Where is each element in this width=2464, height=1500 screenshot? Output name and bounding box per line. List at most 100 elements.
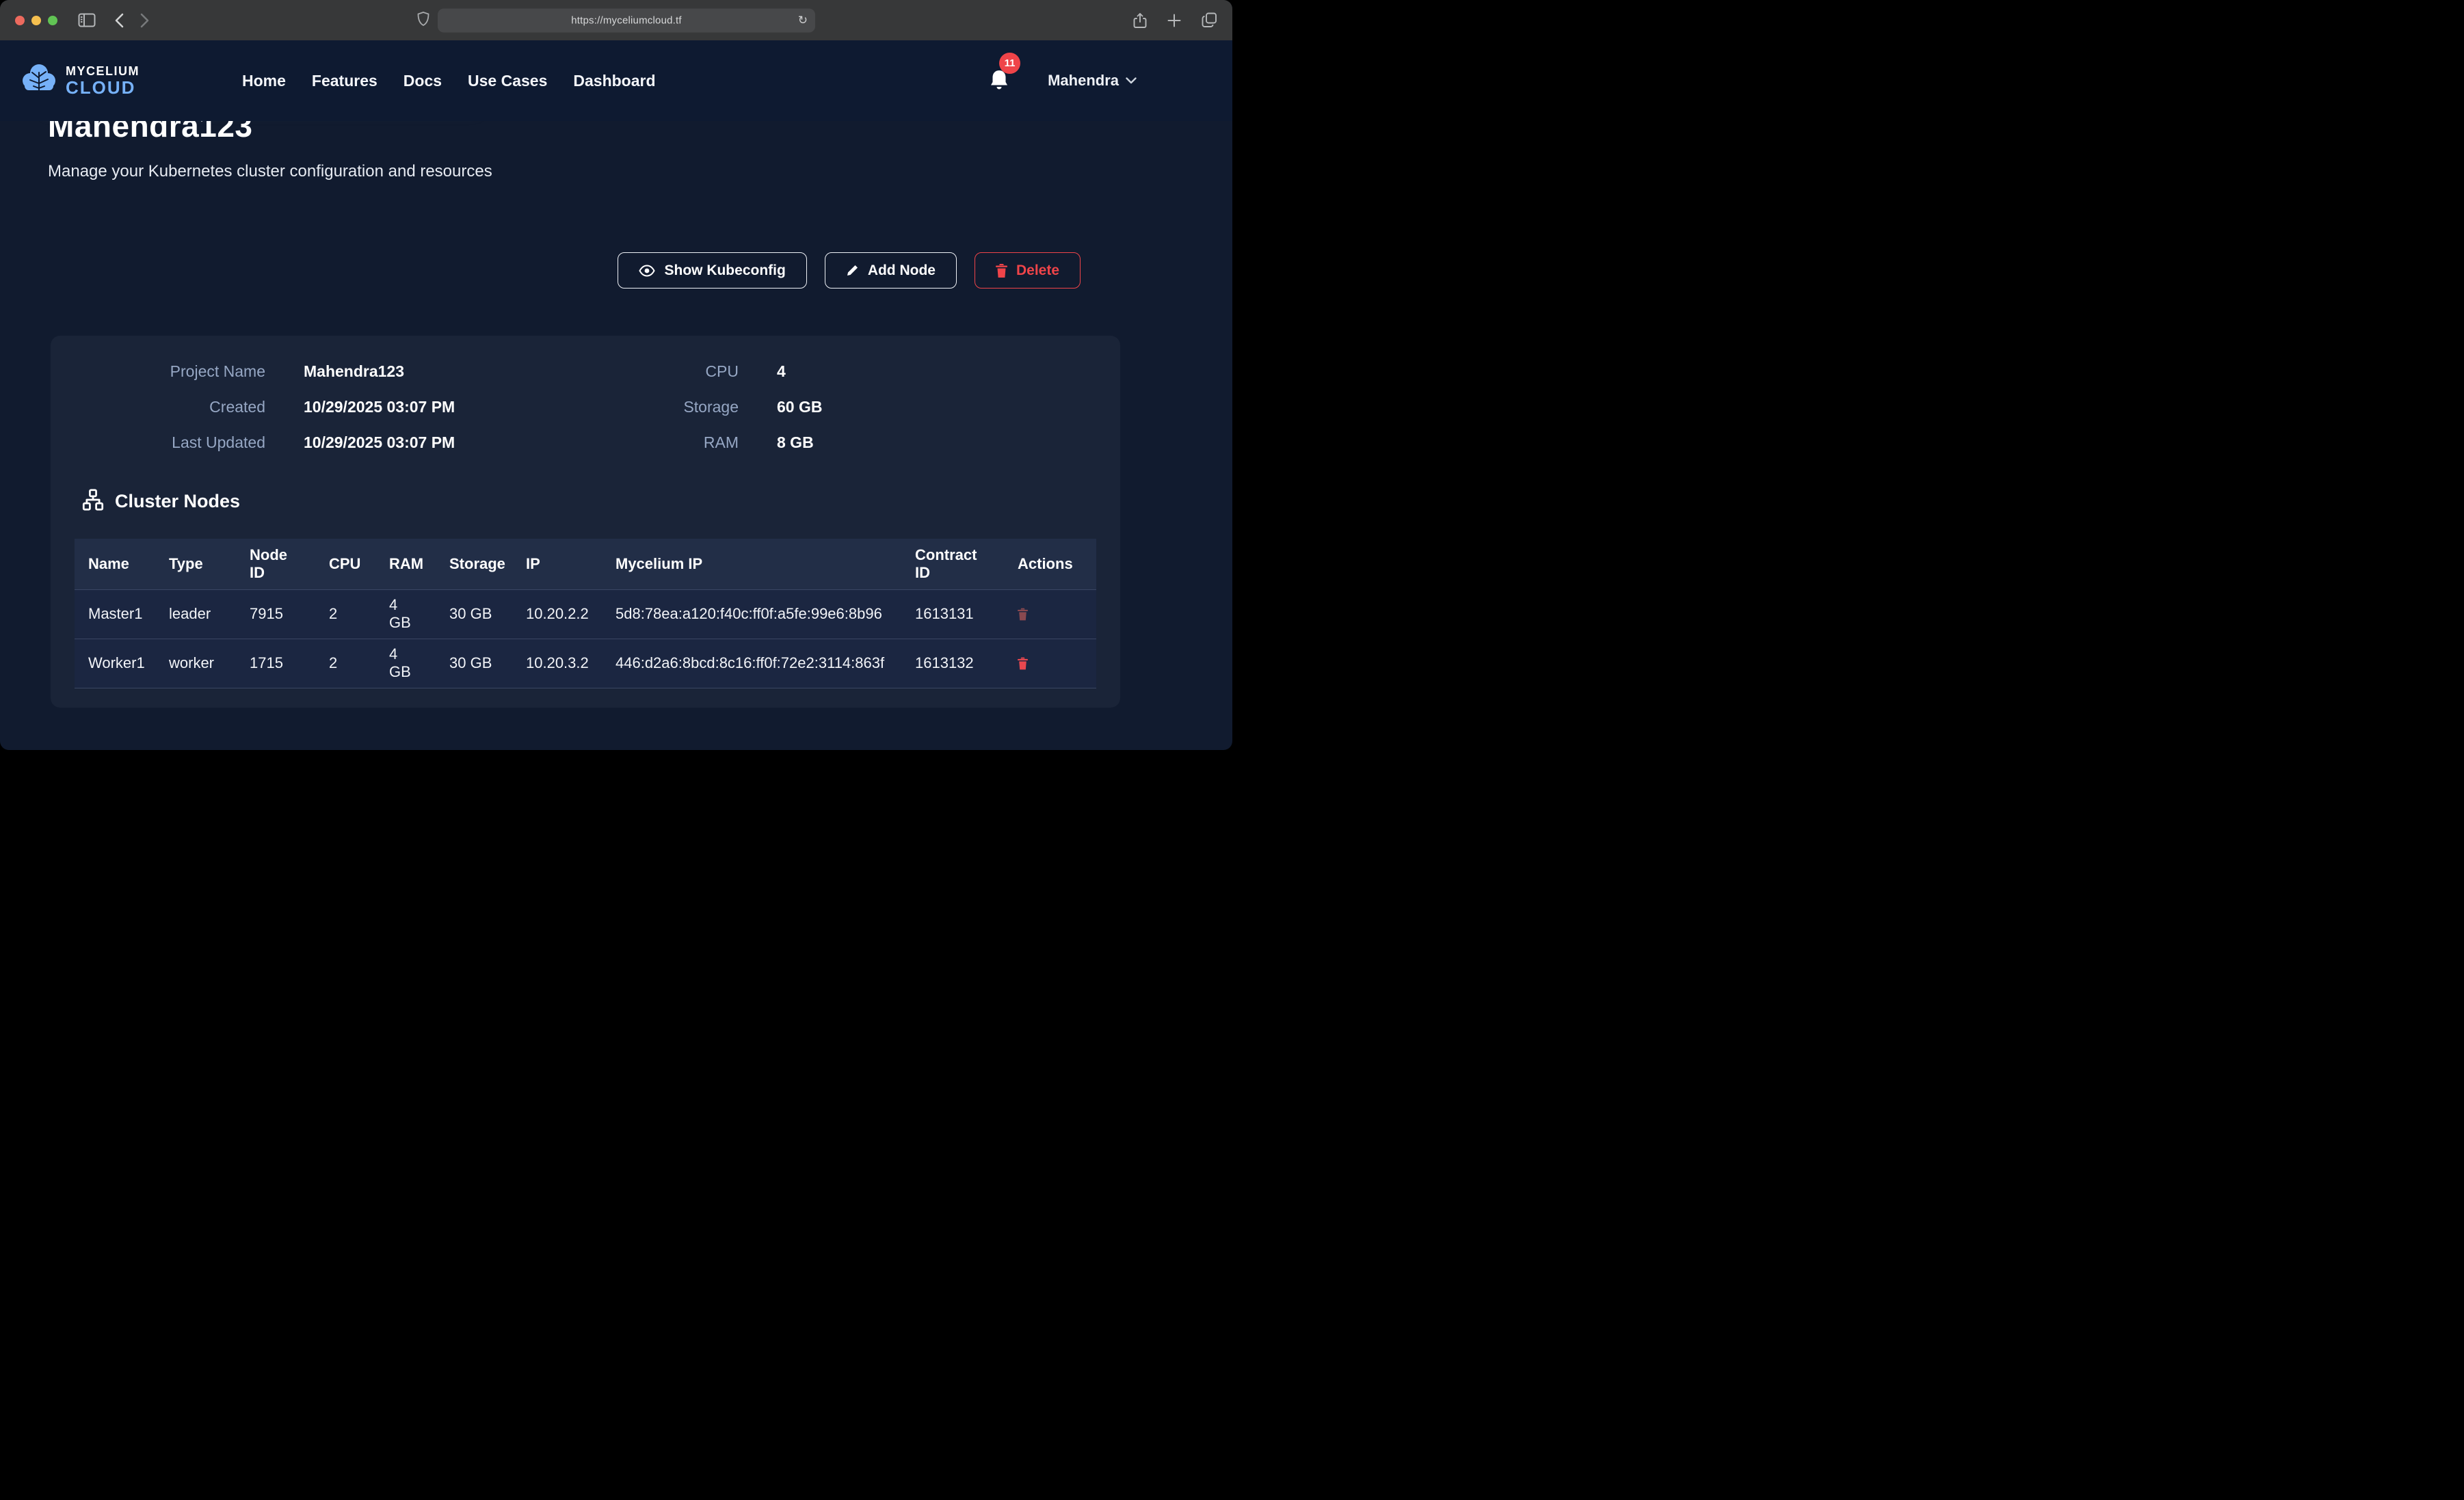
cell-mycelium-ip: 5d8:78ea:a120:f40c:ff0f:a5fe:99e6:8b96: [605, 589, 904, 639]
page-content: Mahendra123 Manage your Kubernetes clust…: [0, 107, 1232, 736]
forward-button[interactable]: [140, 13, 149, 28]
mycelium-cloud-logo-icon: [21, 63, 57, 99]
brand-line2: CLOUD: [66, 79, 140, 96]
trash-icon: [1018, 657, 1028, 670]
cell-storage: 30 GB: [438, 639, 515, 688]
close-button[interactable]: [15, 16, 25, 25]
cluster-details-card: Project Name Mahendra123 CPU 4 Created 1…: [51, 336, 1120, 708]
privacy-shield-icon: [417, 11, 429, 29]
notifications-button[interactable]: 11: [989, 69, 1009, 93]
eye-icon: [639, 265, 655, 277]
refresh-icon[interactable]: ↻: [797, 13, 809, 27]
cell-ram: 4 GB: [378, 589, 438, 639]
notification-badge: 11: [999, 53, 1020, 74]
delete-node-button[interactable]: [1018, 657, 1028, 670]
add-node-button[interactable]: Add Node: [825, 252, 957, 289]
user-name: Mahendra: [1048, 72, 1119, 90]
last-updated-label: Last Updated: [94, 433, 265, 452]
chevron-down-icon: [1126, 76, 1137, 86]
col-storage: Storage: [438, 539, 515, 589]
cell-ip: 10.20.3.2: [515, 639, 605, 688]
cell-contract-id: 1613131: [904, 589, 1007, 639]
col-contract-id: Contract ID: [904, 539, 1007, 589]
cell-ram: 4 GB: [378, 639, 438, 688]
created-value: 10/29/2025 03:07 PM: [304, 397, 598, 416]
cluster-actions-toolbar: Show Kubeconfig Add Node: [0, 252, 1081, 289]
col-type: Type: [158, 539, 239, 589]
show-kubeconfig-label: Show Kubeconfig: [664, 263, 785, 279]
chrome-right-buttons: [1133, 12, 1217, 29]
storage-label: Storage: [636, 397, 739, 416]
nodes-table-wrap: Name Type Node ID CPU RAM Storage IP Myc…: [75, 539, 1096, 688]
trash-icon: [1018, 608, 1028, 621]
brand-text: MYCELIUM CLOUD: [66, 65, 140, 96]
delete-cluster-button[interactable]: Delete: [975, 252, 1081, 289]
new-tab-icon[interactable]: [1167, 14, 1181, 27]
table-row: Master1 leader 7915 2 4 GB 30 GB 10.20.2…: [75, 589, 1096, 639]
cell-type: worker: [158, 639, 239, 688]
user-menu[interactable]: Mahendra: [1048, 72, 1137, 90]
delete-label: Delete: [1016, 263, 1059, 279]
cell-name: Worker1: [75, 639, 158, 688]
nav-link-dashboard[interactable]: Dashboard: [573, 72, 655, 90]
col-ram: RAM: [378, 539, 438, 589]
nav-right: 11 Mahendra: [989, 69, 1137, 93]
nodes-table: Name Type Node ID CPU RAM Storage IP Myc…: [75, 539, 1096, 688]
nav-link-docs[interactable]: Docs: [403, 72, 442, 90]
cell-node-id: 1715: [239, 639, 318, 688]
table-row: Worker1 worker 1715 2 4 GB 30 GB 10.20.3…: [75, 639, 1096, 688]
pencil-icon: [846, 264, 859, 277]
tab-overview-icon[interactable]: [1202, 12, 1217, 28]
address-bar[interactable]: https://myceliumcloud.tf ↻: [438, 8, 815, 32]
address-bar-area: https://myceliumcloud.tf ↻: [417, 8, 815, 32]
col-node-id: Node ID: [239, 539, 318, 589]
browser-window: https://myceliumcloud.tf ↻: [0, 0, 1232, 750]
zoom-button[interactable]: [48, 16, 57, 25]
cell-mycelium-ip: 446:d2a6:8bcd:8c16:ff0f:72e2:3114:863f: [605, 639, 904, 688]
delete-node-button[interactable]: [1018, 608, 1028, 621]
cell-cpu: 2: [318, 589, 378, 639]
browser-chrome: https://myceliumcloud.tf ↻: [0, 0, 1232, 40]
nodes-table-header-row: Name Type Node ID CPU RAM Storage IP Myc…: [75, 539, 1096, 589]
bell-icon: [989, 83, 1009, 93]
cluster-nodes-header: Cluster Nodes: [82, 489, 1120, 514]
traffic-lights: [15, 16, 57, 25]
cell-ip: 10.20.2.2: [515, 589, 605, 639]
cell-node-id: 7915: [239, 589, 318, 639]
col-ip: IP: [515, 539, 605, 589]
nav-link-use-cases[interactable]: Use Cases: [468, 72, 547, 90]
nav-link-features[interactable]: Features: [312, 72, 377, 90]
brand-line1: MYCELIUM: [66, 65, 140, 77]
cpu-label: CPU: [636, 362, 739, 381]
sitemap-icon: [82, 489, 104, 514]
storage-value: 60 GB: [777, 397, 1076, 416]
col-mycelium-ip: Mycelium IP: [605, 539, 904, 589]
cell-type: leader: [158, 589, 239, 639]
cell-storage: 30 GB: [438, 589, 515, 639]
project-name-value: Mahendra123: [304, 362, 598, 381]
col-name: Name: [75, 539, 158, 589]
trash-icon: [996, 264, 1007, 278]
last-updated-value: 10/29/2025 03:07 PM: [304, 433, 598, 452]
brand-logo[interactable]: MYCELIUM CLOUD: [21, 63, 140, 99]
ram-label: RAM: [636, 433, 739, 452]
share-icon[interactable]: [1133, 12, 1147, 29]
cell-name: Master1: [75, 589, 158, 639]
nav-links: Home Features Docs Use Cases Dashboard: [242, 72, 656, 90]
cluster-info-grid: Project Name Mahendra123 CPU 4 Created 1…: [51, 336, 1120, 452]
project-name-label: Project Name: [94, 362, 265, 381]
add-node-label: Add Node: [868, 263, 936, 279]
nav-link-home[interactable]: Home: [242, 72, 286, 90]
col-cpu: CPU: [318, 539, 378, 589]
cluster-nodes-title: Cluster Nodes: [115, 491, 240, 512]
site-navbar: MYCELIUM CLOUD Home Features Docs Use Ca…: [0, 40, 1232, 121]
page-subtitle: Manage your Kubernetes cluster configura…: [48, 162, 1232, 181]
sidebar-toggle-icon[interactable]: [78, 13, 96, 27]
url-text: https://myceliumcloud.tf: [571, 14, 682, 26]
cell-contract-id: 1613132: [904, 639, 1007, 688]
show-kubeconfig-button[interactable]: Show Kubeconfig: [618, 252, 806, 289]
back-button[interactable]: [115, 13, 124, 28]
minimize-button[interactable]: [31, 16, 41, 25]
cell-cpu: 2: [318, 639, 378, 688]
ram-value: 8 GB: [777, 433, 1076, 452]
